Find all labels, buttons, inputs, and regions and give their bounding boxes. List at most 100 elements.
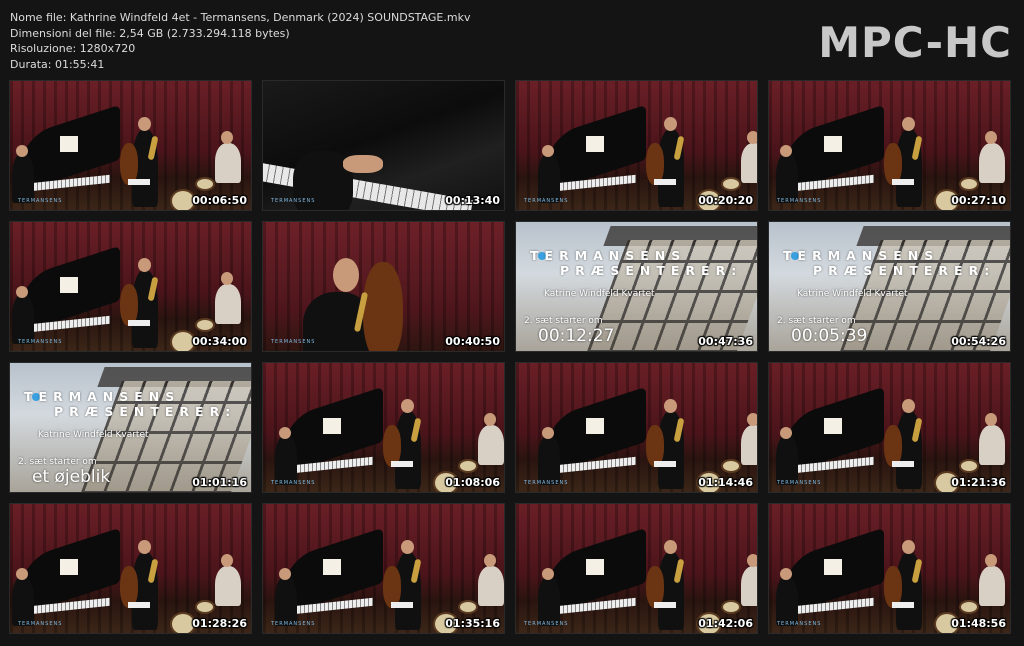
pianist (12, 153, 34, 203)
poster-set-label: 2. sæt starter om (524, 316, 603, 326)
brand-tag: TERMANSENS (777, 480, 822, 486)
saxophonist-head (664, 399, 677, 413)
sheet-music (323, 418, 341, 434)
poster-subtitle-heading: PRÆSENTERER: (54, 404, 237, 419)
pianist-head (16, 568, 28, 580)
poster-title: TERMANSENS (530, 248, 687, 263)
video-thumbnail[interactable]: TERMANSENS 01:35:16 (262, 503, 505, 634)
pianist-head (542, 145, 554, 157)
thumbnail-timestamp: 01:28:26 (192, 617, 247, 630)
snare-drum (721, 177, 741, 191)
snare-drum (721, 459, 741, 473)
saxophonist-head (138, 258, 151, 272)
drummer (215, 143, 241, 183)
video-thumbnail[interactable]: TERMANSENS 00:13:40 (262, 80, 505, 211)
thumbnail-timestamp: 00:54:26 (951, 335, 1006, 348)
brand-tag: TERMANSENS (18, 621, 63, 627)
video-thumbnail[interactable]: TERMANSENS 00:40:50 (262, 221, 505, 352)
drummer-head (221, 554, 233, 567)
video-thumbnail[interactable]: TERMANSENS PRÆSENTERER: Katrine Windfeld K… (9, 362, 252, 493)
video-thumbnail[interactable]: TERMANSENS 00:06:50 (9, 80, 252, 211)
pianist (12, 294, 34, 344)
thumbnail-timestamp: 00:34:00 (192, 335, 247, 348)
video-thumbnail[interactable]: TERMANSENS PRÆSENTERER: Katrine Windfeld K… (768, 221, 1011, 352)
sheet-music (586, 418, 604, 434)
pianist (275, 435, 297, 485)
music-stand (391, 461, 413, 467)
video-thumbnail[interactable]: TERMANSENS 00:20:20 (515, 80, 758, 211)
brand-tag: TERMANSENS (18, 198, 63, 204)
pianist (12, 576, 34, 626)
drummer-head (747, 131, 757, 144)
drummer-head (985, 413, 997, 426)
video-thumbnail[interactable]: TERMANSENS 01:48:56 (768, 503, 1011, 634)
video-thumbnail[interactable]: TERMANSENS PRÆSENTERER: Katrine Windfeld K… (515, 221, 758, 352)
saxophonist-head (902, 117, 915, 131)
snare-drum (959, 459, 979, 473)
drummer (478, 425, 504, 465)
pianist (538, 435, 560, 485)
music-stand (128, 602, 150, 608)
drummer-head (484, 413, 496, 426)
music-stand (892, 461, 914, 467)
thumbnail-timestamp: 00:20:20 (698, 194, 753, 207)
drummer-head (747, 554, 757, 567)
poster-title: TERMANSENS (783, 248, 940, 263)
file-name: Nome file: Kathrine Windfeld 4et - Terma… (10, 11, 471, 24)
poster-title: TERMANSENS (24, 389, 181, 404)
sheet-music (323, 559, 341, 575)
pianist (538, 576, 560, 626)
thumbnail-timestamp: 01:21:36 (951, 476, 1006, 489)
thumbnail-timestamp: 01:35:16 (445, 617, 500, 630)
video-thumbnail[interactable]: TERMANSENS 00:34:00 (9, 221, 252, 352)
drummer (741, 566, 757, 606)
snare-drum (458, 600, 478, 614)
thumbnail-timestamp: 01:48:56 (951, 617, 1006, 630)
poster-countdown: et øjeblik (32, 467, 111, 487)
video-thumbnail[interactable]: TERMANSENS 01:21:36 (768, 362, 1011, 493)
brand-tag: TERMANSENS (271, 198, 316, 204)
drummer-head (985, 554, 997, 567)
drummer (741, 143, 757, 183)
drummer-head (221, 131, 233, 144)
saxophonist-head (138, 117, 151, 131)
pianist (776, 153, 798, 203)
thumbnail-timestamp: 01:08:06 (445, 476, 500, 489)
drummer (215, 284, 241, 324)
video-thumbnail[interactable]: TERMANSENS 01:42:06 (515, 503, 758, 634)
video-thumbnail[interactable]: TERMANSENS 01:28:26 (9, 503, 252, 634)
thumbnail-timestamp: 00:27:10 (951, 194, 1006, 207)
snare-drum (959, 600, 979, 614)
poster-band-name: Katrine Windfeld Kvartet (38, 430, 149, 440)
saxophonist-head (902, 399, 915, 413)
pianist-head (542, 568, 554, 580)
poster-set-label: 2. sæt starter om (777, 316, 856, 326)
video-thumbnail[interactable]: TERMANSENS 01:08:06 (262, 362, 505, 493)
video-thumbnail[interactable]: TERMANSENS 00:27:10 (768, 80, 1011, 211)
sheet-music (824, 559, 842, 575)
poster-countdown: 00:05:39 (791, 326, 868, 346)
file-duration: Durata: 01:55:41 (10, 57, 105, 71)
thumbnail-timestamp: 01:42:06 (698, 617, 753, 630)
file-size: Dimensioni del file: 2,54 GB (2.733.294.… (10, 26, 290, 40)
brand-tag: TERMANSENS (271, 621, 316, 627)
thumbnail-timestamp: 00:06:50 (192, 194, 247, 207)
drummer-head (221, 272, 233, 285)
drummer (215, 566, 241, 606)
thumbnail-timestamp: 00:40:50 (445, 335, 500, 348)
sheet-music (586, 559, 604, 575)
sheet-music (60, 559, 78, 575)
pianist-head (780, 427, 792, 439)
file-resolution: Risoluzione: 1280x720 (10, 42, 136, 55)
thumbnail-timestamp: 00:47:36 (698, 335, 753, 348)
pianist-head (16, 145, 28, 157)
drummer-head (747, 413, 757, 426)
drummer-head (985, 131, 997, 144)
pianist-head (16, 286, 28, 298)
sheet-music (824, 418, 842, 434)
music-stand (128, 320, 150, 326)
brand-tag: TERMANSENS (271, 480, 316, 486)
thumbnail-timestamp: 01:01:16 (192, 476, 247, 489)
mpc-hc-logo: MPC-HC (818, 18, 1012, 67)
video-thumbnail[interactable]: TERMANSENS 01:14:46 (515, 362, 758, 493)
